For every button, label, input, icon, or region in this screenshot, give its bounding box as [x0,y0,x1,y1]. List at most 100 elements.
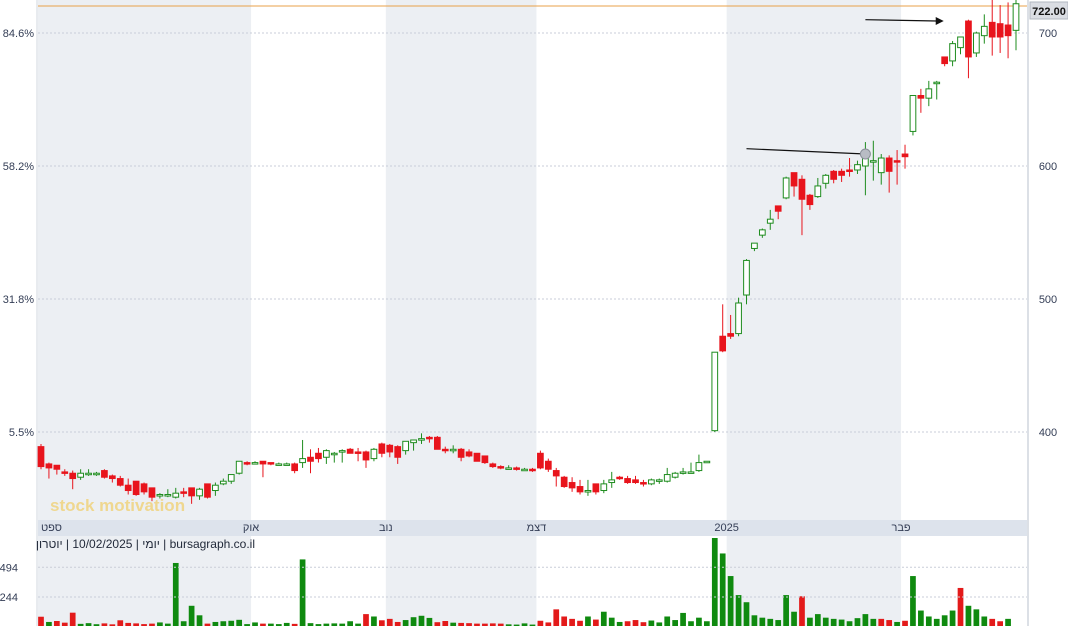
volume-bar [925,616,932,626]
candle [735,297,742,337]
candle [592,483,600,495]
volume-bar [704,621,710,626]
volume-bar [791,611,797,626]
candle [640,479,647,487]
candle [544,458,552,472]
candle-body [957,36,964,49]
candle-body [370,448,378,460]
volume-bar [735,595,742,626]
candle [957,36,964,55]
candle-body [346,448,354,454]
candle-body [980,25,988,37]
volume-bar [997,621,1003,626]
volume-bar [593,619,599,626]
candle [370,447,378,462]
candle-body [219,480,227,485]
candle-body [378,443,386,454]
volume-bar [878,618,885,626]
candle-body [394,446,402,458]
percent-tick-label: 5.5% [9,427,34,439]
candle-body [751,242,758,249]
candle [711,351,719,432]
volume-bar [886,620,893,626]
month-band [38,0,252,520]
price-tick-label: 400 [1039,427,1057,439]
volume-bar [577,620,583,626]
candle [338,449,346,463]
candle-body [101,470,108,478]
percent-tick-label: 31.8% [3,294,34,306]
volume-bar [973,609,980,626]
candle [608,471,616,488]
volume-bar [759,617,766,626]
candle-body [338,450,346,453]
candle-body [909,95,917,132]
volume-bar [38,616,44,626]
candle-body [949,43,956,62]
volume-bar [236,619,243,626]
watermark: stock motivation [50,496,185,515]
candle-body [505,467,513,470]
candle-body [529,468,536,472]
volume-bar [624,621,631,626]
candle [671,471,679,479]
candle [901,144,909,169]
candle-body [132,480,140,496]
info-text: יומי | 10/02/2025 | יוטרון | bursagraph.… [36,537,255,551]
candle-body [735,302,742,335]
candle-body [418,438,425,441]
candle-body [108,475,116,480]
price-axis: 400 500 600 700 [1027,0,1057,626]
volume-bar [371,616,377,626]
candle [703,460,711,464]
volume-bar [426,617,433,626]
candle-body [814,185,822,198]
candle-body [996,23,1004,38]
candle [695,454,703,472]
month-label-strip: ספט אוק נוב דצמ 2025 פבר [38,520,1027,536]
percent-tick-label: 84.6% [3,28,34,40]
candle-body [53,464,61,470]
candle [560,475,568,488]
candle-body [766,218,774,224]
last-price-box: 722.00 [1029,1,1068,20]
candle-body [648,479,655,485]
candle-body [315,452,322,460]
volume-bar [814,614,821,626]
candle [552,467,560,487]
candle [354,447,362,462]
candle-body [877,157,885,174]
volume-bar [616,621,623,626]
candle-body [941,56,949,65]
candle-body [679,471,687,474]
candle-body [465,451,473,457]
volume-bar [363,614,369,626]
candle [259,460,267,478]
volume-bar [981,616,988,626]
watermark-text: stock motivation [50,496,185,515]
trendline-end-arrow [935,17,944,26]
volume-bar [854,618,861,626]
candle [941,56,949,67]
candle-body [1012,3,1020,31]
candle-body [259,460,267,465]
candle [307,449,314,474]
volume-bar [648,620,655,626]
candle [37,443,45,470]
candle [283,462,291,466]
volume-bar [553,609,560,626]
info-strip: יומי | 10/02/2025 | יוטרון | bursagraph.… [36,537,255,551]
candle [1004,2,1012,59]
volume-bar [727,576,734,626]
price-tick-label: 600 [1039,161,1057,173]
volume-bar [656,622,663,626]
candle [624,475,631,484]
candle [687,462,695,474]
volume-bar [442,621,449,626]
volume-bar [822,617,829,626]
candle-body [743,259,750,296]
volume-bar [688,621,694,626]
volume-bar [751,615,758,626]
candle-body [140,483,148,493]
month-band [726,0,902,520]
